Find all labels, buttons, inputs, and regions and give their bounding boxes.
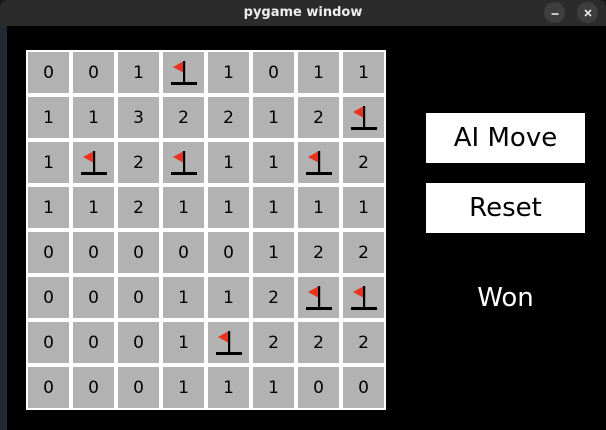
- flag-icon: [80, 150, 107, 175]
- board-cell[interactable]: 1: [28, 97, 69, 138]
- board-cell[interactable]: 1: [298, 187, 339, 228]
- board-cell[interactable]: 1: [343, 187, 384, 228]
- board-cell[interactable]: 0: [118, 367, 159, 408]
- board-cell[interactable]: 1: [208, 52, 249, 93]
- board-cell[interactable]: 2: [343, 322, 384, 363]
- board-cell[interactable]: 0: [253, 52, 294, 93]
- board-cell[interactable]: 0: [343, 367, 384, 408]
- flag-icon: [305, 285, 332, 310]
- board-cell[interactable]: [208, 322, 249, 363]
- flag-icon: [350, 105, 377, 130]
- board-cell[interactable]: [298, 142, 339, 183]
- board-cell[interactable]: [343, 97, 384, 138]
- board-cell[interactable]: [343, 277, 384, 318]
- board-cell[interactable]: 0: [73, 232, 114, 273]
- board-cell[interactable]: 3: [118, 97, 159, 138]
- board-cell[interactable]: 1: [118, 52, 159, 93]
- board-cell[interactable]: 1: [208, 142, 249, 183]
- board-cell[interactable]: 1: [208, 367, 249, 408]
- board-cell[interactable]: [73, 142, 114, 183]
- board-cell[interactable]: 0: [73, 322, 114, 363]
- board-cell[interactable]: 1: [163, 277, 204, 318]
- board-cell[interactable]: 2: [208, 97, 249, 138]
- board-cell[interactable]: 2: [298, 322, 339, 363]
- board-cell[interactable]: 1: [208, 187, 249, 228]
- board-cell[interactable]: 0: [208, 232, 249, 273]
- game-status: Won: [477, 283, 534, 313]
- board-cell[interactable]: [163, 142, 204, 183]
- board-cell[interactable]: 1: [343, 52, 384, 93]
- board-cell[interactable]: 1: [253, 367, 294, 408]
- board-cell[interactable]: 1: [163, 187, 204, 228]
- board-cell[interactable]: 1: [208, 277, 249, 318]
- board-cell[interactable]: 1: [163, 367, 204, 408]
- ai-move-button[interactable]: AI Move: [426, 113, 585, 163]
- board-cell[interactable]: 0: [118, 232, 159, 273]
- board-cell[interactable]: 1: [298, 52, 339, 93]
- board-cell[interactable]: [163, 52, 204, 93]
- board-cell[interactable]: 2: [343, 232, 384, 273]
- board-cell[interactable]: 0: [118, 322, 159, 363]
- board-cell[interactable]: 0: [28, 232, 69, 273]
- board-cell[interactable]: 0: [298, 367, 339, 408]
- board-cell[interactable]: 0: [73, 277, 114, 318]
- background-window-edge: [0, 26, 7, 430]
- board-cell[interactable]: 2: [343, 142, 384, 183]
- board-cell[interactable]: 2: [163, 97, 204, 138]
- board-cell[interactable]: 0: [73, 367, 114, 408]
- minesweeper-board: 0011011113221212112112111110000012200011…: [26, 50, 386, 410]
- window-title: pygame window: [243, 5, 363, 20]
- board-cell[interactable]: 1: [253, 97, 294, 138]
- board-cell[interactable]: 0: [28, 367, 69, 408]
- board-cell[interactable]: 2: [298, 97, 339, 138]
- board-cell[interactable]: 1: [28, 142, 69, 183]
- board-cell[interactable]: 1: [73, 97, 114, 138]
- flag-icon: [350, 285, 377, 310]
- board-cell[interactable]: 1: [28, 187, 69, 228]
- flag-icon: [170, 60, 197, 85]
- board-cell[interactable]: 1: [253, 187, 294, 228]
- board-cell[interactable]: 2: [118, 142, 159, 183]
- reset-button[interactable]: Reset: [426, 183, 585, 233]
- board-cell[interactable]: 0: [28, 322, 69, 363]
- board-cell[interactable]: 1: [253, 232, 294, 273]
- close-button[interactable]: [577, 2, 598, 23]
- board-cell[interactable]: 1: [73, 187, 114, 228]
- minimize-button[interactable]: [544, 2, 565, 23]
- board-cell[interactable]: 2: [253, 322, 294, 363]
- board-cell[interactable]: 2: [298, 232, 339, 273]
- flag-icon: [215, 330, 242, 355]
- board-cell[interactable]: 0: [163, 232, 204, 273]
- board-cell[interactable]: 0: [28, 52, 69, 93]
- close-icon: [583, 8, 592, 17]
- board-cell[interactable]: 1: [163, 322, 204, 363]
- board-cell[interactable]: 2: [118, 187, 159, 228]
- flag-icon: [170, 150, 197, 175]
- board-cell[interactable]: 1: [253, 142, 294, 183]
- board-cell[interactable]: 2: [253, 277, 294, 318]
- title-bar: pygame window: [0, 0, 606, 26]
- board-cell[interactable]: 0: [118, 277, 159, 318]
- minimize-icon: [551, 12, 558, 15]
- board-cell[interactable]: [298, 277, 339, 318]
- board-cell[interactable]: 0: [28, 277, 69, 318]
- flag-icon: [305, 150, 332, 175]
- board-cell[interactable]: 0: [73, 52, 114, 93]
